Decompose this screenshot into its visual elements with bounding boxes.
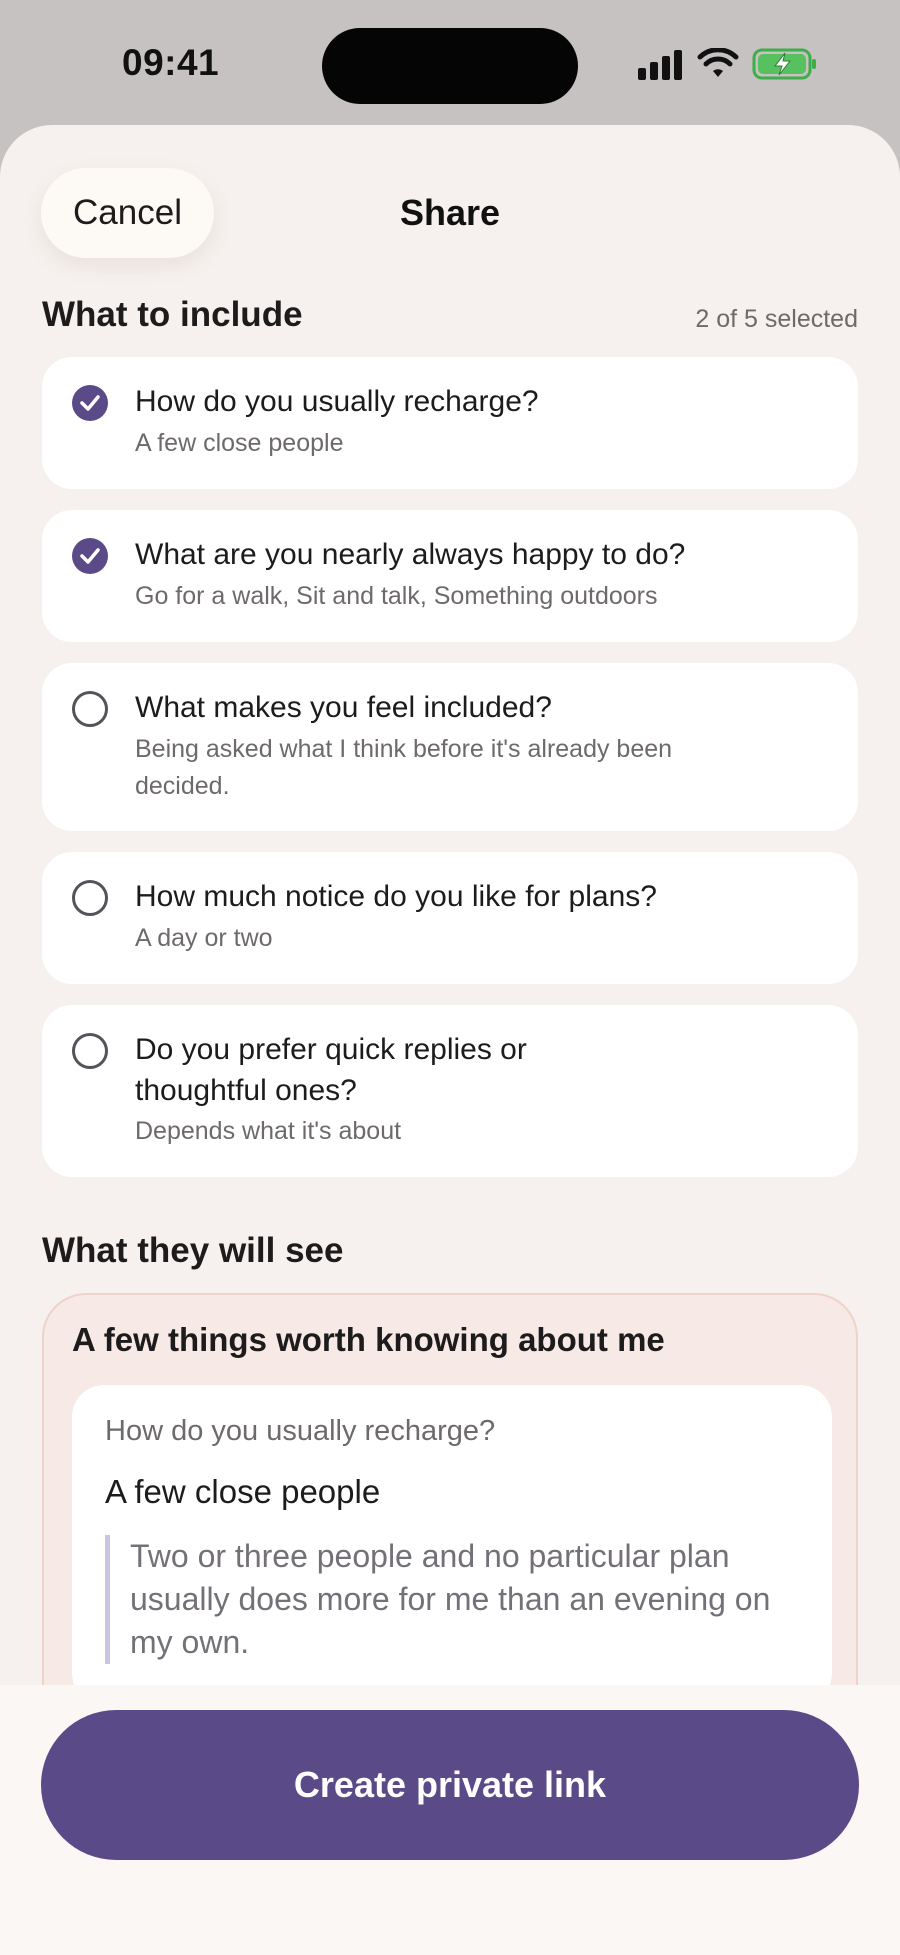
checkbox-unchecked-icon[interactable] [72,691,108,727]
share-sheet: Cancel Share What to include 2 of 5 sele… [0,125,900,1955]
checkbox-unchecked-icon[interactable] [72,1033,108,1069]
wifi-icon [697,48,739,77]
option-card-recharge[interactable]: How do you usually recharge? A few close… [42,357,858,489]
option-question: What makes you feel included? [135,691,552,724]
preview-question: How do you usually recharge? [105,1415,496,1447]
checkbox-checked-icon[interactable] [72,538,108,574]
status-bar: 09:41 [0,0,900,125]
option-answer: Being asked what I think before it's alr… [135,735,673,800]
option-question: What are you nearly always happy to do? [135,538,686,571]
option-answer: Depends what it's about [135,1117,402,1145]
sheet-title: Share [399,192,501,233]
status-time: 09:41 [122,42,220,83]
option-card-included[interactable]: What makes you feel included? Being aske… [42,663,858,831]
option-answer: A day or two [135,924,273,952]
preview-card: How do you usually recharge? A few close… [72,1385,832,1705]
option-question: How do you usually recharge? [135,385,539,418]
preview-heading: What they will see [42,1231,344,1270]
option-question: Do you prefer quick replies or thoughtfu… [135,1033,527,1107]
preview-answer: A few close people [105,1473,381,1510]
option-question: How much notice do you like for plans? [135,880,657,913]
dynamic-island [322,28,578,104]
checkbox-unchecked-icon[interactable] [72,880,108,916]
preview-title: A few things worth knowing about me [72,1321,665,1358]
option-card-notice[interactable]: How much notice do you like for plans? A… [42,852,858,984]
checkbox-checked-icon[interactable] [72,385,108,421]
option-answer: A few close people [135,429,344,457]
option-answer: Go for a walk, Sit and talk, Something o… [135,582,658,610]
include-heading: What to include [42,295,303,334]
option-card-replies[interactable]: Do you prefer quick replies or thoughtfu… [42,1005,858,1177]
battery-charging-icon [752,48,816,80]
preview-note-quote: Two or three people and no particular pl… [105,1535,805,1664]
cellular-signal-icon [638,50,684,80]
create-private-link-button[interactable]: Create private link [41,1710,859,1860]
selected-count: 2 of 5 selected [695,305,858,333]
option-card-happy-to-do[interactable]: What are you nearly always happy to do? … [42,510,858,642]
